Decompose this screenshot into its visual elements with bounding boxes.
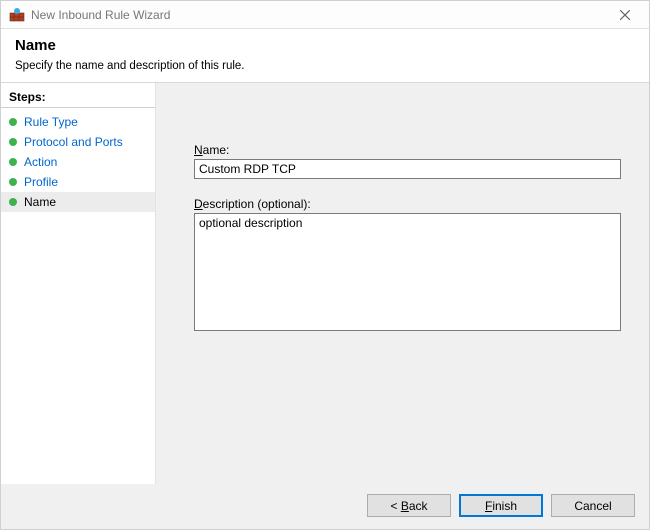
step-bullet-icon xyxy=(9,118,17,126)
name-field-group: Name: xyxy=(194,143,621,179)
page-title: Name xyxy=(15,37,635,54)
description-field-group: Description (optional): xyxy=(194,197,621,331)
wizard-window: New Inbound Rule Wizard Name Specify the… xyxy=(0,0,650,530)
step-name[interactable]: Name xyxy=(1,192,155,212)
steps-sidebar: Steps: Rule Type Protocol and Ports Acti… xyxy=(1,83,156,484)
step-bullet-icon xyxy=(9,158,17,166)
finish-button[interactable]: Finish xyxy=(459,494,543,517)
step-label: Name xyxy=(24,195,56,209)
steps-heading: Steps: xyxy=(1,87,155,108)
close-icon xyxy=(620,10,630,20)
step-bullet-icon xyxy=(9,178,17,186)
description-label: Description (optional): xyxy=(194,197,621,211)
step-bullet-icon xyxy=(9,138,17,146)
wizard-body: Steps: Rule Type Protocol and Ports Acti… xyxy=(1,83,649,484)
wizard-header: Name Specify the name and description of… xyxy=(1,29,649,83)
step-label: Action xyxy=(24,155,57,169)
step-rule-type[interactable]: Rule Type xyxy=(1,112,155,132)
form-content: Name: Description (optional): xyxy=(156,83,649,484)
wizard-footer: < Back Finish Cancel xyxy=(1,484,649,529)
step-profile[interactable]: Profile xyxy=(1,172,155,192)
name-label: Name: xyxy=(194,143,621,157)
description-input[interactable] xyxy=(194,213,621,331)
titlebar: New Inbound Rule Wizard xyxy=(1,1,649,29)
step-label: Rule Type xyxy=(24,115,78,129)
name-input[interactable] xyxy=(194,159,621,179)
firewall-icon xyxy=(9,7,25,23)
step-label: Protocol and Ports xyxy=(24,135,123,149)
step-label: Profile xyxy=(24,175,58,189)
back-button[interactable]: < Back xyxy=(367,494,451,517)
step-action[interactable]: Action xyxy=(1,152,155,172)
cancel-button[interactable]: Cancel xyxy=(551,494,635,517)
window-title: New Inbound Rule Wizard xyxy=(31,8,605,22)
step-bullet-icon xyxy=(9,198,17,206)
close-button[interactable] xyxy=(605,1,645,29)
page-subtitle: Specify the name and description of this… xyxy=(15,60,635,72)
step-protocol-and-ports[interactable]: Protocol and Ports xyxy=(1,132,155,152)
